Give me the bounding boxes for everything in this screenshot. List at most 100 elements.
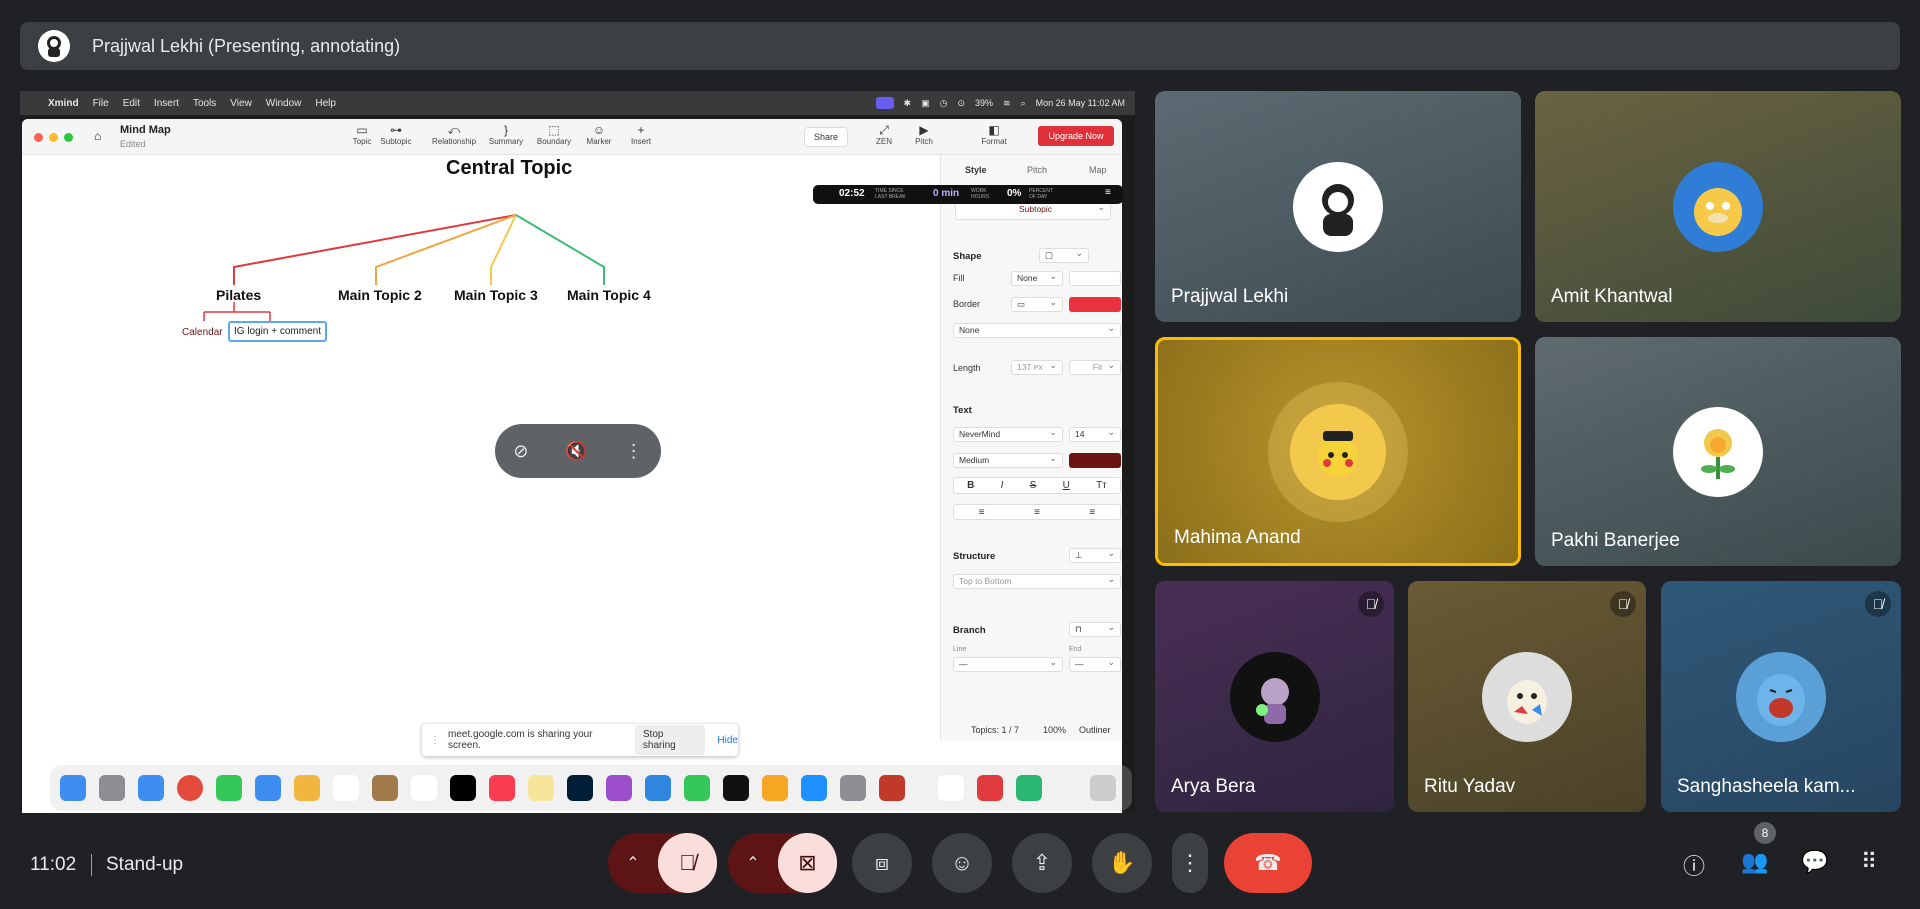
- main-topic-3[interactable]: Main Topic 3: [454, 287, 538, 303]
- main-topic-4[interactable]: Main Topic 4: [567, 287, 651, 303]
- text-color-swatch[interactable]: [1069, 453, 1121, 468]
- summary-button[interactable]: } Summary: [484, 123, 528, 146]
- format-button[interactable]: ◧ Format: [972, 123, 1016, 146]
- mic-toggle-button[interactable]: 🎙̸: [658, 833, 717, 893]
- zoom-window-icon[interactable]: [64, 133, 73, 142]
- reminders-icon[interactable]: [411, 775, 437, 801]
- r-app-icon[interactable]: [723, 775, 749, 801]
- camera-toggle-button[interactable]: ⊠: [778, 833, 837, 893]
- unpin-icon[interactable]: ⊘: [513, 441, 528, 462]
- outliner-button[interactable]: Outliner: [1079, 725, 1111, 735]
- main-topic-1[interactable]: Pilates: [216, 287, 261, 303]
- structure-select[interactable]: Top to Bottom: [953, 573, 1121, 589]
- grammarly-icon[interactable]: [1016, 775, 1042, 801]
- apple-tv-icon[interactable]: [450, 775, 476, 801]
- participant-tile-arya[interactable]: 🎙̸ Arya Bera: [1155, 581, 1394, 812]
- border-color-swatch[interactable]: [1069, 297, 1121, 312]
- text-case-button[interactable]: Tт: [1096, 480, 1107, 491]
- more-options-button[interactable]: ⋮: [1172, 833, 1208, 893]
- menu-help[interactable]: Help: [315, 98, 336, 109]
- status-icon[interactable]: ✱: [904, 98, 912, 109]
- text-header[interactable]: Text: [953, 405, 972, 416]
- align-center-icon[interactable]: ≡: [1034, 507, 1040, 518]
- structure-header[interactable]: Structure: [953, 551, 995, 562]
- menu-tools[interactable]: Tools: [193, 98, 216, 109]
- insert-button[interactable]: + Insert: [619, 123, 663, 146]
- line-style-select[interactable]: None: [953, 322, 1121, 338]
- tab-pitch[interactable]: Pitch: [1027, 165, 1047, 175]
- people-icon[interactable]: 👥: [1741, 849, 1768, 875]
- xmind-icon[interactable]: [977, 775, 1003, 801]
- fill-swatch[interactable]: [1069, 271, 1121, 286]
- subtopic-button[interactable]: ⊶ Subtopic: [374, 123, 418, 146]
- bold-button[interactable]: B: [967, 480, 974, 491]
- menu-insert[interactable]: Insert: [154, 98, 179, 109]
- chrome-icon[interactable]: [177, 775, 203, 801]
- length-input[interactable]: 137 PX: [1011, 359, 1063, 375]
- relationship-button[interactable]: ⤺ Relationship: [426, 123, 482, 146]
- upgrade-button[interactable]: Upgrade Now: [1038, 126, 1114, 146]
- notes-icon[interactable]: [528, 775, 554, 801]
- align-left-icon[interactable]: ≡: [979, 507, 985, 518]
- app-icon[interactable]: [372, 775, 398, 801]
- timer-menu-icon[interactable]: ≡: [1105, 187, 1111, 198]
- participant-tile-amit[interactable]: Amit Khantwal: [1535, 91, 1901, 322]
- numbers-icon[interactable]: [684, 775, 710, 801]
- boundary-button[interactable]: ⬚ Boundary: [532, 123, 576, 146]
- music-icon[interactable]: [489, 775, 515, 801]
- stop-sharing-button[interactable]: Stop sharing: [634, 725, 706, 755]
- shape-select[interactable]: ▢: [1039, 247, 1089, 263]
- zoom-level[interactable]: 100%: [1043, 725, 1066, 735]
- participant-tile-ritu[interactable]: 🎙̸ Ritu Yadav: [1408, 581, 1646, 812]
- central-topic[interactable]: Central Topic: [446, 157, 572, 180]
- notion-icon[interactable]: [938, 775, 964, 801]
- participant-tile-prajjwal[interactable]: Prajjwal Lekhi: [1155, 91, 1521, 322]
- hide-button[interactable]: Hide: [717, 735, 738, 746]
- pages-icon[interactable]: [762, 775, 788, 801]
- wifi-icon[interactable]: ≋: [1003, 98, 1011, 109]
- podcasts-icon[interactable]: [606, 775, 632, 801]
- status-icon[interactable]: ◷: [940, 98, 948, 109]
- close-window-icon[interactable]: [34, 133, 43, 142]
- underline-button[interactable]: U: [1063, 480, 1070, 491]
- camera-options-chevron-icon[interactable]: ⌃: [728, 853, 778, 873]
- system-settings-icon[interactable]: [840, 775, 866, 801]
- leave-call-button[interactable]: ☎: [1224, 833, 1312, 893]
- tab-style[interactable]: Style: [965, 165, 987, 175]
- datetime[interactable]: Mon 26 May 11:02 AM: [1036, 98, 1125, 108]
- raise-hand-button[interactable]: ✋: [1092, 833, 1152, 893]
- present-button[interactable]: ⇪: [1012, 833, 1072, 893]
- italic-button[interactable]: I: [1001, 480, 1004, 491]
- tab-map[interactable]: Map: [1089, 165, 1107, 175]
- trash-icon[interactable]: [1090, 775, 1116, 801]
- finder-icon[interactable]: [60, 775, 86, 801]
- zen-button[interactable]: ⤢ ZEN: [862, 123, 906, 146]
- branch-header[interactable]: Branch: [953, 625, 986, 636]
- menu-window[interactable]: Window: [266, 98, 302, 109]
- menu-view[interactable]: View: [230, 98, 252, 109]
- photoshop-icon[interactable]: [567, 775, 593, 801]
- share-button[interactable]: Share: [804, 127, 848, 147]
- reactions-button[interactable]: ☺: [932, 833, 992, 893]
- pitch-button[interactable]: ▶ Pitch: [902, 123, 946, 146]
- align-right-icon[interactable]: ≡: [1089, 507, 1095, 518]
- fit-button[interactable]: Fit: [1069, 359, 1121, 375]
- border-style-select[interactable]: ▭: [1011, 296, 1063, 312]
- font-select[interactable]: NeverMind: [953, 426, 1063, 442]
- status-icon[interactable]: ⊙: [957, 98, 965, 109]
- mail-icon[interactable]: [255, 775, 281, 801]
- keynote-icon[interactable]: [645, 775, 671, 801]
- calendar-icon[interactable]: [333, 775, 359, 801]
- fill-select[interactable]: None: [1011, 270, 1063, 286]
- font-size-select[interactable]: 14: [1069, 426, 1121, 442]
- photos-icon[interactable]: [294, 775, 320, 801]
- strike-button[interactable]: S: [1030, 480, 1037, 491]
- menu-file[interactable]: File: [93, 98, 109, 109]
- subtopic-calendar[interactable]: Calendar: [182, 327, 223, 338]
- captions-button[interactable]: ⧈: [852, 833, 912, 893]
- branch-end-select[interactable]: —: [1069, 656, 1121, 672]
- app-store-icon[interactable]: [801, 775, 827, 801]
- mic-options-chevron-icon[interactable]: ⌃: [608, 853, 658, 873]
- screen-record-icon[interactable]: [875, 97, 894, 109]
- participant-tile-sanghasheela[interactable]: 🎙̸ Sanghasheela kam...: [1661, 581, 1901, 812]
